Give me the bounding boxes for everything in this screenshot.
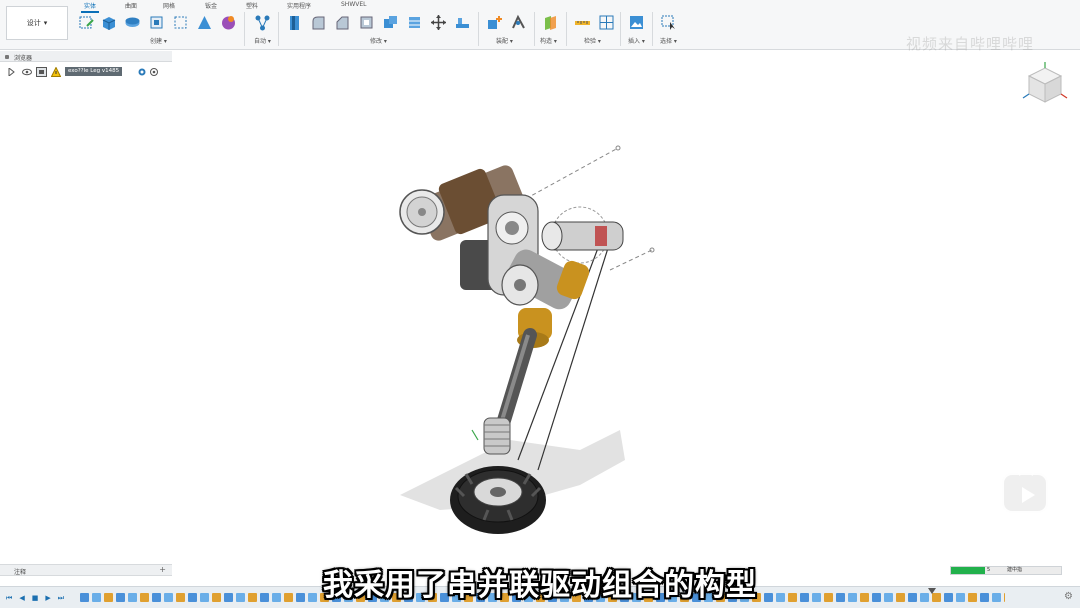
ankle-actuator (541, 206, 624, 264)
browser-panel-header[interactable]: 浏览器 (0, 51, 172, 62)
tab-surface[interactable]: 曲面 (125, 1, 137, 10)
component-icon (36, 67, 47, 77)
rib-icon[interactable] (196, 14, 213, 31)
play-button-antenna (1014, 467, 1022, 476)
align-icon[interactable] (454, 14, 471, 31)
group-label-assemble[interactable]: 装配 ▾ (496, 36, 513, 45)
active-component-radio-icon[interactable] (138, 68, 146, 76)
play-icon (1022, 487, 1035, 503)
measure-icon[interactable] (574, 14, 591, 31)
create-sketch-icon[interactable] (78, 14, 95, 31)
fusion-app-window: 设计 ▾ 实体 曲面 网格 钣金 塑料 实用程序 SHWVEL 创建 ▾ 自动 … (0, 0, 1080, 608)
construction-point (615, 145, 621, 151)
group-label-select[interactable]: 选择 ▾ (660, 36, 677, 45)
robotic-leg-model[interactable] (380, 140, 680, 540)
axis-gizmo (471, 429, 479, 441)
workspace-switcher[interactable]: 设计 ▾ (6, 6, 68, 40)
section-analysis-icon[interactable] (598, 14, 615, 31)
sweep-icon[interactable] (148, 14, 165, 31)
tab-solid[interactable]: 实体 (80, 1, 100, 13)
select-icon[interactable] (660, 14, 677, 31)
play-button-antenna (1030, 467, 1038, 476)
move-icon[interactable] (430, 14, 447, 31)
shell-icon[interactable] (358, 14, 375, 31)
extrude-icon[interactable] (100, 14, 117, 31)
group-label-automate[interactable]: 自动 ▾ (254, 36, 271, 45)
group-label-insert[interactable]: 插入 ▾ (628, 36, 645, 45)
chamfer-icon[interactable] (334, 14, 351, 31)
video-subtitle: 我采用了串并联驱动组合的构型 (323, 568, 757, 603)
foot-wheel (450, 466, 546, 534)
tab-plastic[interactable]: 塑料 (246, 1, 258, 10)
tab-mesh[interactable]: 网格 (163, 1, 175, 10)
chevron-down-icon: ▾ (43, 19, 48, 27)
revolve-icon[interactable] (124, 14, 141, 31)
group-label-modify[interactable]: 修改 ▾ (370, 36, 387, 45)
group-label-inspect[interactable]: 检验 ▾ (584, 36, 601, 45)
group-divider (244, 12, 245, 46)
visibility-eye-icon[interactable] (22, 68, 32, 76)
browser-title: 浏览器 (14, 55, 33, 62)
construction-line (609, 249, 653, 271)
joint-icon[interactable] (510, 14, 527, 31)
group-divider (278, 12, 279, 46)
offset-plane-icon[interactable] (542, 14, 559, 31)
panel-pin-icon[interactable] (5, 55, 9, 59)
form-icon[interactable] (220, 14, 237, 31)
press-pull-icon[interactable] (286, 14, 303, 31)
ankle-spring (483, 417, 511, 455)
tab-shwvel[interactable]: SHWVEL (341, 1, 367, 8)
target-icon[interactable] (150, 68, 158, 76)
viewcube-icon[interactable] (1018, 60, 1072, 110)
group-divider (534, 12, 535, 46)
construction-line (519, 147, 619, 203)
fillet-icon[interactable] (310, 14, 327, 31)
tab-utilities[interactable]: 实用程序 (287, 1, 311, 10)
document-name[interactable]: exo??le Leg v1485 (65, 67, 123, 76)
new-component-icon[interactable] (486, 14, 503, 31)
loft-icon[interactable] (172, 14, 189, 31)
workspace-label: 设计 (26, 19, 41, 27)
group-divider (620, 12, 621, 46)
group-divider (652, 12, 653, 46)
combine-icon[interactable] (382, 14, 399, 31)
insert-image-icon[interactable] (628, 14, 645, 31)
browser-root-node[interactable]: exo??le Leg v1485 (6, 66, 166, 78)
tab-sheet-metal[interactable]: 钣金 (205, 1, 217, 10)
group-divider (478, 12, 479, 46)
construction-point (649, 247, 655, 253)
automate-icon[interactable] (254, 14, 271, 31)
group-label-construct[interactable]: 构造 ▾ (540, 36, 557, 45)
expand-arrow-icon[interactable] (8, 68, 15, 76)
warning-icon[interactable] (51, 67, 61, 77)
group-label-create[interactable]: 创建 ▾ (150, 36, 167, 45)
video-watermark: 视频来自哔哩哔哩 (906, 35, 1035, 53)
scale-icon[interactable] (406, 14, 423, 31)
group-divider (566, 12, 567, 46)
video-play-button[interactable] (1002, 467, 1048, 513)
